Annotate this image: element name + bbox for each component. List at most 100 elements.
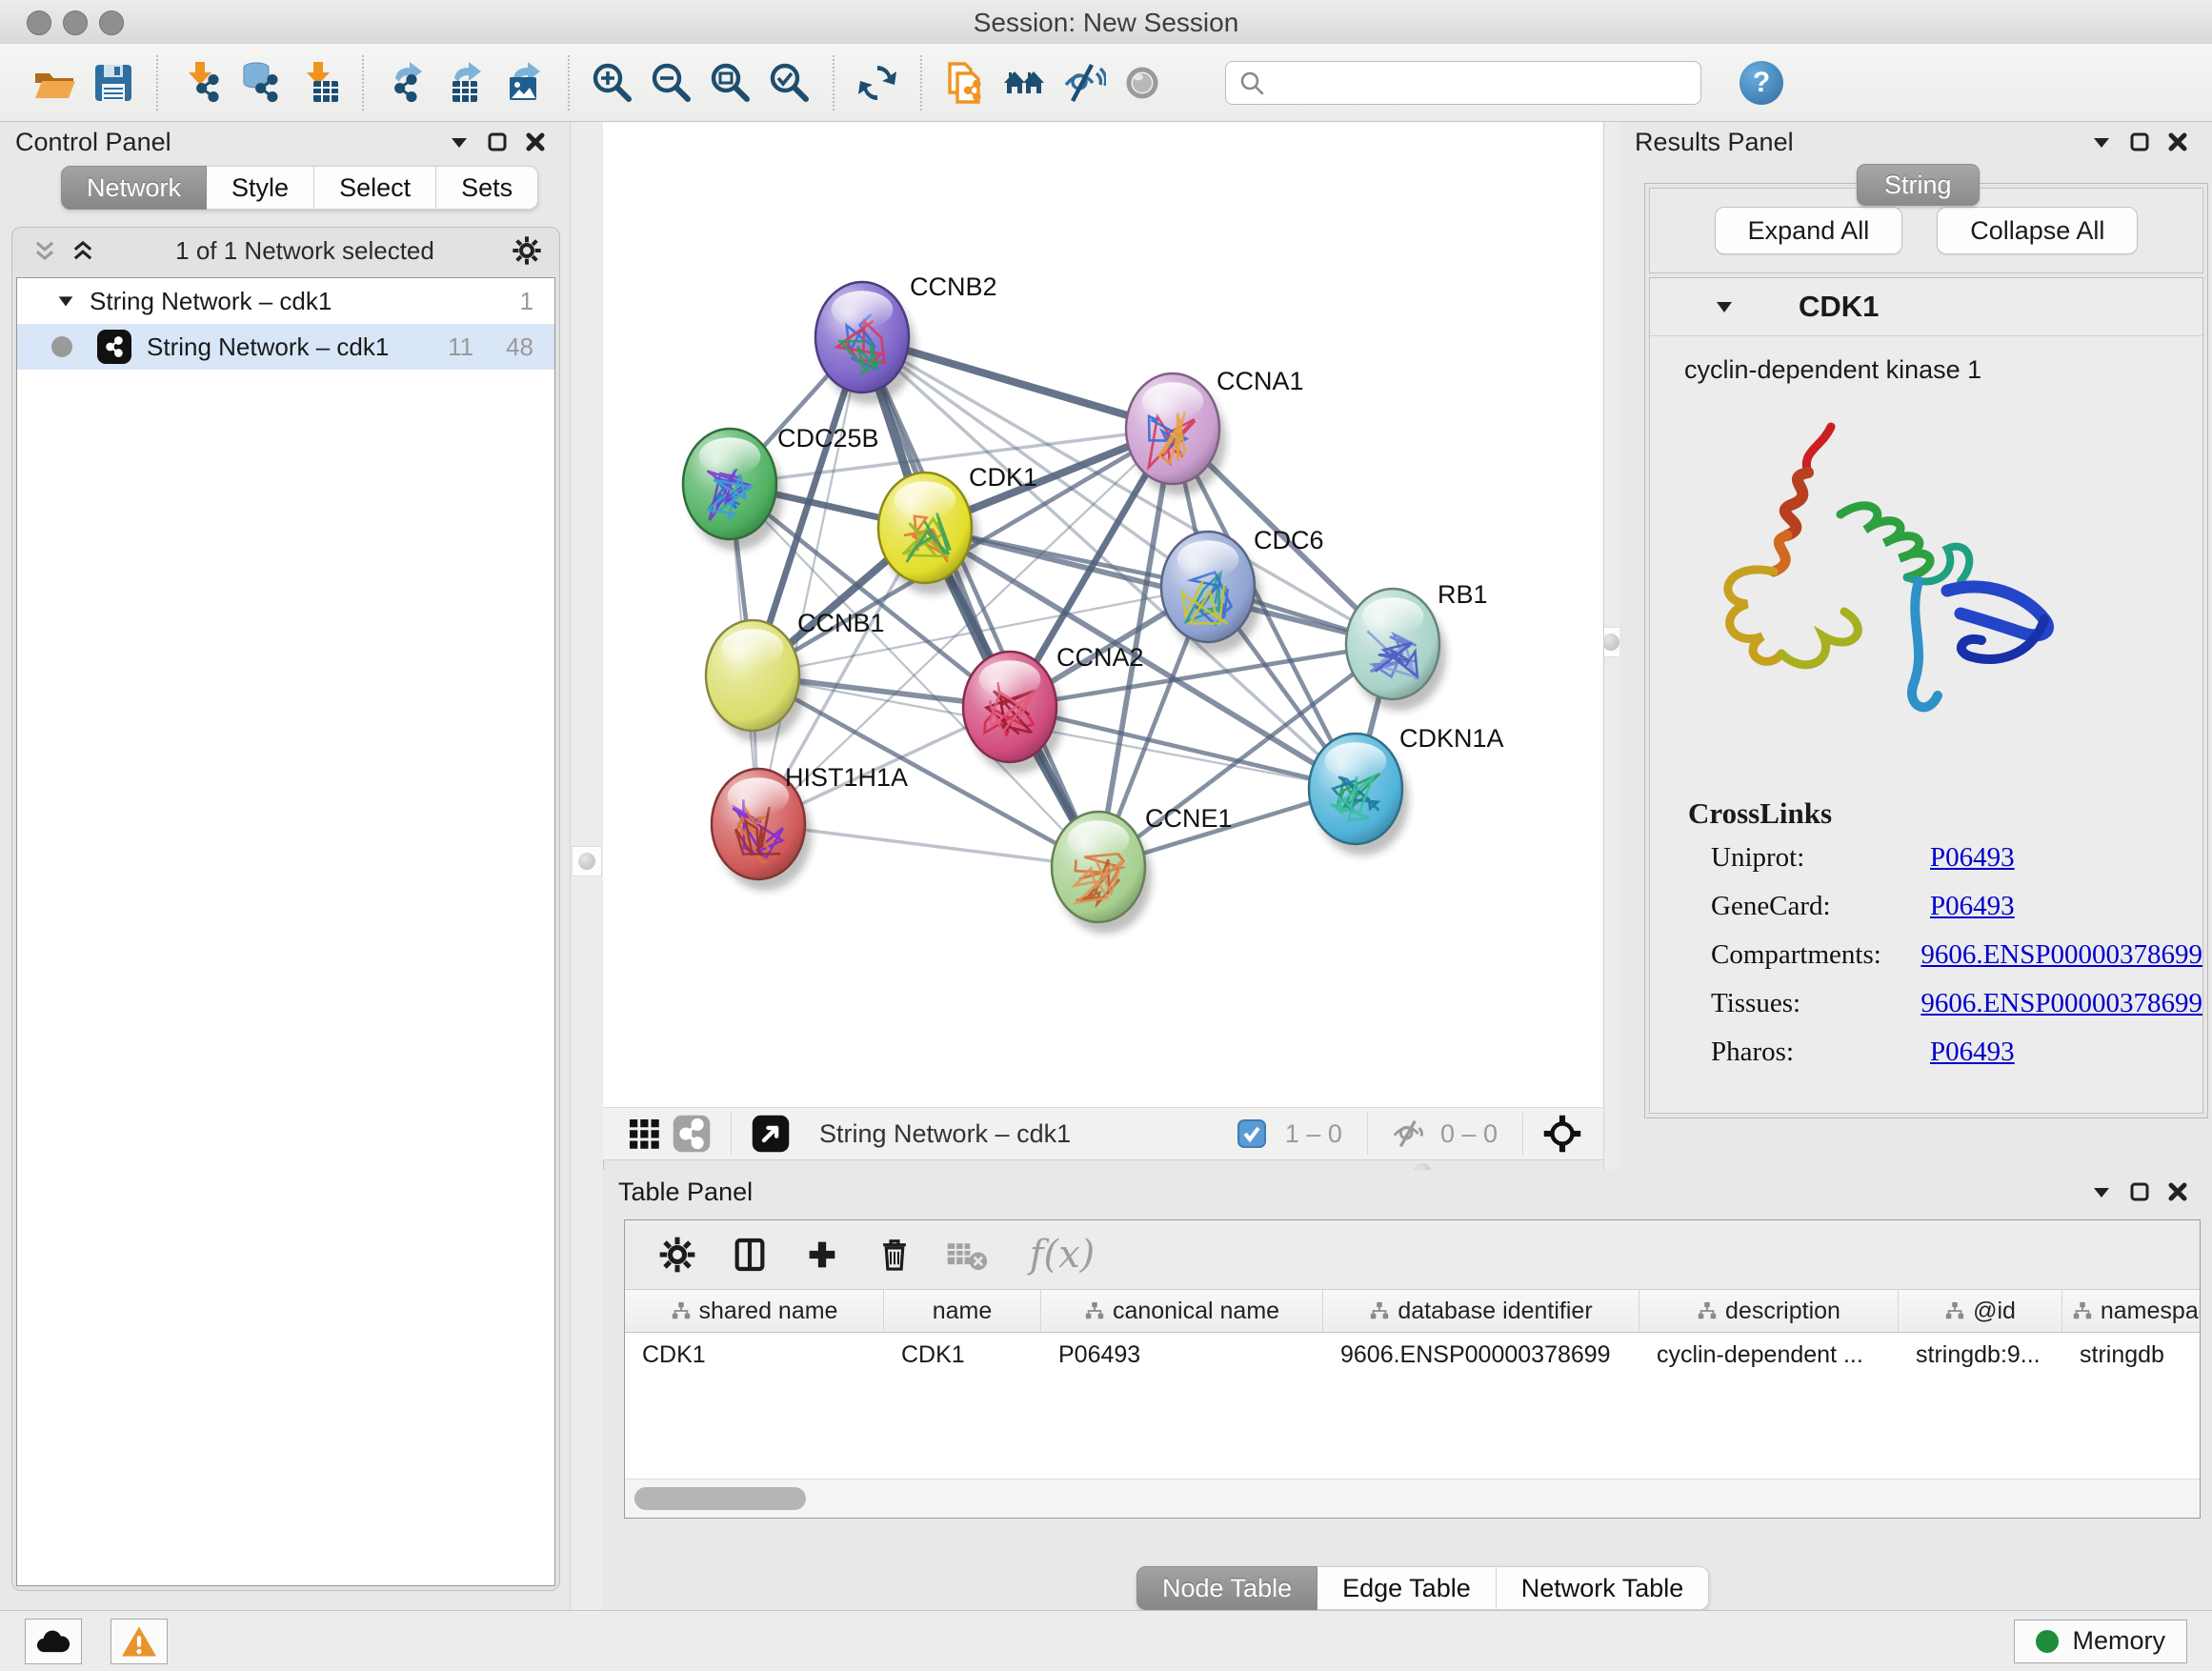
grid-view-icon[interactable]: [620, 1112, 668, 1156]
export-table-icon[interactable]: [436, 53, 495, 112]
table-cell[interactable]: 9606.ENSP00000378699: [1323, 1333, 1639, 1377]
node-label-RB1: RB1: [1438, 580, 1488, 609]
tab-style[interactable]: Style: [207, 166, 314, 210]
left-splitter[interactable]: [570, 122, 604, 1610]
collapse-all-button[interactable]: Collapse All: [1937, 207, 2138, 254]
import-network-database-icon[interactable]: [231, 53, 290, 112]
open-session-icon[interactable]: [25, 53, 84, 112]
tab-string[interactable]: String: [1857, 164, 1980, 206]
expand-all-networks-icon[interactable]: [64, 234, 102, 267]
table-cell[interactable]: stringdb:9...: [1899, 1333, 2062, 1377]
warning-button[interactable]: [111, 1619, 168, 1664]
export-network-icon[interactable]: [377, 53, 436, 112]
table-cell[interactable]: CDK1: [884, 1333, 1041, 1377]
hide-unhide-icon[interactable]: [1054, 53, 1113, 112]
clone-network-icon[interactable]: [935, 53, 995, 112]
panel-menu-icon[interactable]: [2082, 1176, 2121, 1208]
search-box[interactable]: [1225, 61, 1701, 105]
crosslink-link[interactable]: 9606.ENSP00000378699: [1920, 939, 2202, 971]
expand-all-button[interactable]: Expand All: [1715, 207, 1903, 254]
node-CCNB2[interactable]: CCNB2: [815, 272, 997, 404]
memory-button[interactable]: Memory: [2014, 1620, 2187, 1663]
tab-network-table[interactable]: Network Table: [1497, 1566, 1710, 1610]
float-panel-icon[interactable]: [2121, 1176, 2159, 1208]
help-button[interactable]: ?: [1739, 61, 1783, 105]
search-input[interactable]: [1266, 67, 1700, 98]
table-options-gear-icon[interactable]: [648, 1228, 707, 1281]
collection-expander-icon[interactable]: [55, 291, 76, 312]
node-CDC25B[interactable]: CDC25B: [683, 424, 879, 551]
table-row[interactable]: CDK1CDK1P064939606.ENSP00000378699cyclin…: [625, 1333, 2200, 1377]
crosslink-link[interactable]: P06493: [1930, 842, 2015, 874]
tab-node-table[interactable]: Node Table: [1136, 1566, 1317, 1610]
save-session-icon[interactable]: [84, 53, 143, 112]
table-cell[interactable]: P06493: [1041, 1333, 1323, 1377]
table-hscrollbar[interactable]: [625, 1479, 2200, 1518]
detach-view-icon[interactable]: [747, 1112, 794, 1156]
column-header-shared-name[interactable]: shared name: [625, 1290, 884, 1332]
selected-checkbox-icon[interactable]: [1228, 1112, 1276, 1156]
crosslink-link[interactable]: P06493: [1930, 891, 2015, 922]
zoom-out-icon[interactable]: [642, 53, 701, 112]
crosslink-link[interactable]: P06493: [1930, 1037, 2015, 1068]
export-image-icon[interactable]: [495, 53, 554, 112]
node-CCNB1[interactable]: CCNB1: [706, 609, 885, 742]
column-header-at-id[interactable]: @id: [1899, 1290, 2062, 1332]
close-panel-icon[interactable]: [2159, 1176, 2197, 1208]
collapse-all-networks-icon[interactable]: [26, 234, 64, 267]
column-header-canonical-name[interactable]: canonical name: [1041, 1290, 1323, 1332]
crosslink-row: Compartments:9606.ENSP00000378699: [1711, 939, 2202, 971]
network-selection-summary: 1 of 1 Network selected: [102, 236, 508, 266]
network-options-gear-icon[interactable]: [508, 234, 546, 267]
hscrollbar-thumb[interactable]: [634, 1487, 806, 1510]
column-header-description[interactable]: description: [1639, 1290, 1899, 1332]
import-table-icon[interactable]: [290, 53, 349, 112]
gene-symbol: CDK1: [1799, 290, 1879, 324]
cloud-button[interactable]: [25, 1619, 82, 1664]
create-column-plus-icon[interactable]: [793, 1228, 852, 1281]
zoom-in-icon[interactable]: [583, 53, 642, 112]
string-home-icon[interactable]: [995, 53, 1054, 112]
close-panel-icon[interactable]: [516, 126, 554, 158]
search-icon: [1237, 69, 1266, 97]
gene-section-header[interactable]: CDK1: [1650, 278, 2202, 336]
node-CDK1[interactable]: CDK1: [878, 463, 1037, 594]
column-header-name[interactable]: name: [884, 1290, 1041, 1332]
crosslink-row: Tissues:9606.ENSP00000378699: [1711, 988, 2202, 1019]
table-cell[interactable]: stringdb: [2062, 1333, 2201, 1377]
column-header-namespace[interactable]: namespace: [2062, 1290, 2201, 1332]
node-CCNE1[interactable]: CCNE1: [1052, 804, 1233, 934]
share-view-icon[interactable]: [668, 1112, 715, 1156]
float-panel-icon[interactable]: [478, 126, 516, 158]
node-label-CCNE1: CCNE1: [1145, 804, 1233, 833]
node-CDKN1A[interactable]: CDKN1A: [1309, 724, 1504, 856]
import-network-file-icon[interactable]: [171, 53, 231, 112]
left-splitter-handle[interactable]: [572, 846, 602, 876]
tab-sets[interactable]: Sets: [436, 166, 538, 210]
close-panel-icon[interactable]: [2159, 126, 2197, 158]
table-cell[interactable]: CDK1: [625, 1333, 884, 1377]
zoom-fit-icon[interactable]: [701, 53, 760, 112]
crosslink-link[interactable]: 9606.ENSP00000378699: [1920, 988, 2202, 1019]
network-row-selected[interactable]: String Network – cdk1 11 48: [17, 324, 554, 370]
panel-menu-icon[interactable]: [440, 126, 478, 158]
gene-expander-icon[interactable]: [1713, 295, 1736, 318]
node-CCNA1[interactable]: CCNA1: [1126, 367, 1304, 495]
column-header-database-identifier[interactable]: database identifier: [1323, 1290, 1639, 1332]
delete-column-trash-icon[interactable]: [865, 1228, 924, 1281]
refresh-icon[interactable]: [848, 53, 907, 112]
birdseye-crosshair-icon[interactable]: [1538, 1112, 1586, 1156]
show-column-selector-icon[interactable]: [720, 1228, 779, 1281]
network-collection-row[interactable]: String Network – cdk1 1: [17, 278, 554, 324]
zoom-selected-icon[interactable]: [760, 53, 819, 112]
float-panel-icon[interactable]: [2121, 126, 2159, 158]
network-canvas[interactable]: CCNB2CCNA1CDC25BCDK1CDC6RB1CCNB1CCNA2CDK…: [603, 122, 1604, 1107]
panel-menu-icon[interactable]: [2082, 126, 2121, 158]
tab-select[interactable]: Select: [314, 166, 436, 210]
table-cell[interactable]: cyclin-dependent ...: [1639, 1333, 1899, 1377]
tab-edge-table[interactable]: Edge Table: [1317, 1566, 1497, 1610]
tab-network[interactable]: Network: [61, 166, 207, 210]
node-RB1[interactable]: RB1: [1346, 580, 1488, 711]
node-HIST1H1A[interactable]: HIST1H1A: [712, 763, 908, 891]
eye-disabled-icon[interactable]: [1113, 53, 1172, 112]
